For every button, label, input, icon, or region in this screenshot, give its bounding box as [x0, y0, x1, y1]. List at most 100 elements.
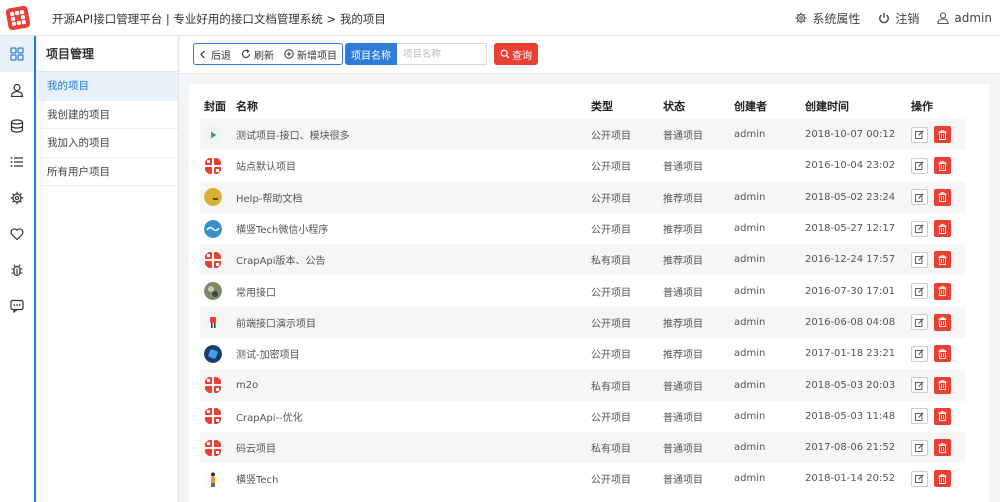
edit-button[interactable] — [911, 470, 928, 487]
project-creator: admin — [734, 473, 766, 485]
table-row[interactable]: 站点默认项目 公开项目 普通项目 2016-10-04 23:02 — [200, 150, 965, 181]
refresh-label: 刷新 — [254, 50, 274, 62]
logout-link[interactable]: 注销 — [878, 10, 919, 27]
table-row[interactable]: 横竖Tech 公开项目 普通项目 admin 2018-01-14 20:52 — [200, 463, 965, 494]
nav-messages[interactable] — [0, 288, 34, 324]
edit-button[interactable] — [911, 377, 928, 394]
project-cover-wave-logo[interactable] — [204, 219, 222, 238]
nav-users[interactable] — [0, 72, 34, 108]
project-name[interactable]: 码云项目 — [236, 431, 591, 464]
trash-icon — [938, 192, 947, 203]
edit-button[interactable] — [911, 251, 928, 268]
project-cover-person-logo[interactable] — [204, 469, 222, 488]
nav-settings[interactable] — [0, 180, 34, 216]
edit-icon — [915, 349, 924, 359]
edit-button[interactable] — [911, 314, 928, 331]
project-cover-crapapi-logo[interactable] — [204, 157, 222, 175]
icon-sidebar — [0, 36, 36, 502]
table-row[interactable]: 常用接口 公开项目 普通项目 admin 2016-07-30 17:01 — [200, 275, 965, 306]
delete-button[interactable] — [934, 376, 951, 394]
project-cover-crapapi-logo[interactable] — [204, 376, 222, 394]
project-name[interactable]: 横竖Tech微信小程序 — [236, 213, 591, 244]
edit-button[interactable] — [911, 345, 928, 362]
project-name[interactable]: CrapApi版本、公告 — [236, 244, 591, 276]
system-settings-link[interactable]: 系统属性 — [795, 10, 860, 27]
project-name[interactable]: 测试项目-接口、模块很多 — [236, 119, 591, 151]
edit-button[interactable] — [911, 283, 928, 300]
project-cover-blue-logo[interactable] — [204, 344, 222, 363]
project-name[interactable]: 前端接口演示项目 — [236, 306, 591, 339]
edit-button[interactable] — [911, 157, 928, 174]
project-name[interactable]: 横竖Tech — [236, 463, 591, 494]
trash-icon — [938, 442, 947, 453]
nav-list[interactable] — [0, 144, 34, 180]
project-created-time: 2018-05-02 23:24 — [805, 181, 911, 213]
menu-item-all-projects[interactable]: 所有用户项目 — [38, 158, 178, 186]
delete-button[interactable] — [934, 470, 951, 488]
project-cover-crapapi-logo[interactable] — [204, 251, 222, 269]
edit-button[interactable] — [911, 220, 928, 237]
table-row[interactable]: CrapApi版本、公告 私有项目 推荐项目 admin 2016-12-24 17:5… — [200, 244, 965, 276]
delete-button[interactable] — [934, 220, 951, 238]
action-button-group: 后退 刷新 新增项目 — [193, 43, 343, 65]
project-cover-figure-logo[interactable] — [204, 313, 222, 332]
project-name[interactable]: CrapApi--优化 — [236, 401, 591, 432]
delete-button[interactable] — [934, 251, 951, 269]
project-name[interactable]: m2o — [236, 369, 591, 401]
table-row[interactable]: m2o 私有项目 普通项目 admin 2018-05-03 20:03 — [200, 369, 965, 401]
table-row[interactable]: 前端接口演示项目 公开项目 推荐项目 admin 2016-06-08 04:08 — [200, 306, 965, 339]
delete-button[interactable] — [934, 407, 951, 425]
project-name-search-input[interactable] — [397, 43, 487, 65]
table-row[interactable]: 码云项目 私有项目 普通项目 admin 2017-08-06 21:52 — [200, 431, 965, 464]
project-name[interactable]: 站点默认项目 — [236, 150, 591, 181]
refresh-button[interactable]: 刷新 — [236, 47, 279, 62]
edit-button[interactable] — [911, 126, 928, 143]
nav-projects[interactable] — [0, 36, 34, 72]
project-cover-yellow-logo[interactable] — [204, 188, 222, 207]
delete-button[interactable] — [934, 126, 951, 144]
menu-item-my-projects[interactable]: 我的项目 — [38, 72, 178, 101]
project-type: 公开项目 — [591, 412, 631, 424]
project-cover-play-logo[interactable] — [204, 125, 222, 144]
project-cover-photo-logo[interactable] — [204, 282, 222, 301]
delete-button[interactable] — [934, 313, 951, 331]
nav-database[interactable] — [0, 108, 34, 144]
edit-button[interactable] — [911, 408, 928, 425]
project-cover-crapapi-logo[interactable] — [204, 439, 222, 457]
delete-button[interactable] — [934, 157, 951, 175]
project-status: 普通项目 — [663, 475, 703, 487]
table-row[interactable]: Help-帮助文档 公开项目 推荐项目 admin 2018-05-02 23:24 — [200, 181, 965, 213]
add-project-button[interactable]: 新增项目 — [279, 47, 342, 62]
table-row[interactable]: 测试-加密项目 公开项目 推荐项目 admin 2017-01-18 23:21 — [200, 338, 965, 369]
edit-icon — [915, 224, 924, 233]
user-menu[interactable]: admin — [937, 11, 992, 25]
project-name[interactable]: 测试-加密项目 — [236, 338, 591, 369]
edit-button[interactable] — [911, 439, 928, 456]
table-row[interactable]: 测试项目-接口、模块很多 公开项目 普通项目 admin 2018-10-07 00:1… — [200, 119, 965, 151]
page-title-breadcrumb: 开源API接口管理平台 | 专业好用的接口文档管理系统 > 我的项目 — [52, 12, 386, 26]
header-status: 状态 — [663, 99, 685, 113]
nav-favorites[interactable] — [0, 216, 34, 252]
project-created-time: 2018-01-14 20:52 — [805, 473, 896, 485]
edit-icon — [915, 412, 924, 421]
delete-button[interactable] — [934, 188, 951, 206]
delete-button[interactable] — [934, 345, 951, 363]
delete-button[interactable] — [934, 439, 951, 457]
add-project-label: 新增项目 — [297, 50, 337, 62]
project-name[interactable]: 常用接口 — [236, 275, 591, 306]
table-row[interactable]: CrapApi--优化 公开项目 普通项目 admin 2018-05-03 11:48 — [200, 401, 965, 432]
logo-icon — [5, 5, 31, 31]
project-type: 公开项目 — [591, 350, 631, 362]
nav-bugs[interactable] — [0, 252, 34, 288]
project-cover-crapapi-logo[interactable] — [204, 407, 222, 425]
project-created-time: 2018-05-27 12:17 — [805, 223, 896, 235]
back-button[interactable]: 后退 — [194, 47, 236, 62]
menu-item-created-projects[interactable]: 我创建的项目 — [38, 101, 178, 129]
menu-item-joined-projects[interactable]: 我加入的项目 — [38, 129, 178, 158]
app-logo[interactable] — [0, 0, 36, 36]
edit-button[interactable] — [911, 189, 928, 206]
project-name[interactable]: Help-帮助文档 — [236, 181, 591, 213]
delete-button[interactable] — [934, 282, 951, 300]
search-button[interactable]: 查询 — [494, 43, 538, 65]
table-row[interactable]: 横竖Tech微信小程序 公开项目 推荐项目 admin 2018-05-27 12:17 — [200, 213, 965, 244]
